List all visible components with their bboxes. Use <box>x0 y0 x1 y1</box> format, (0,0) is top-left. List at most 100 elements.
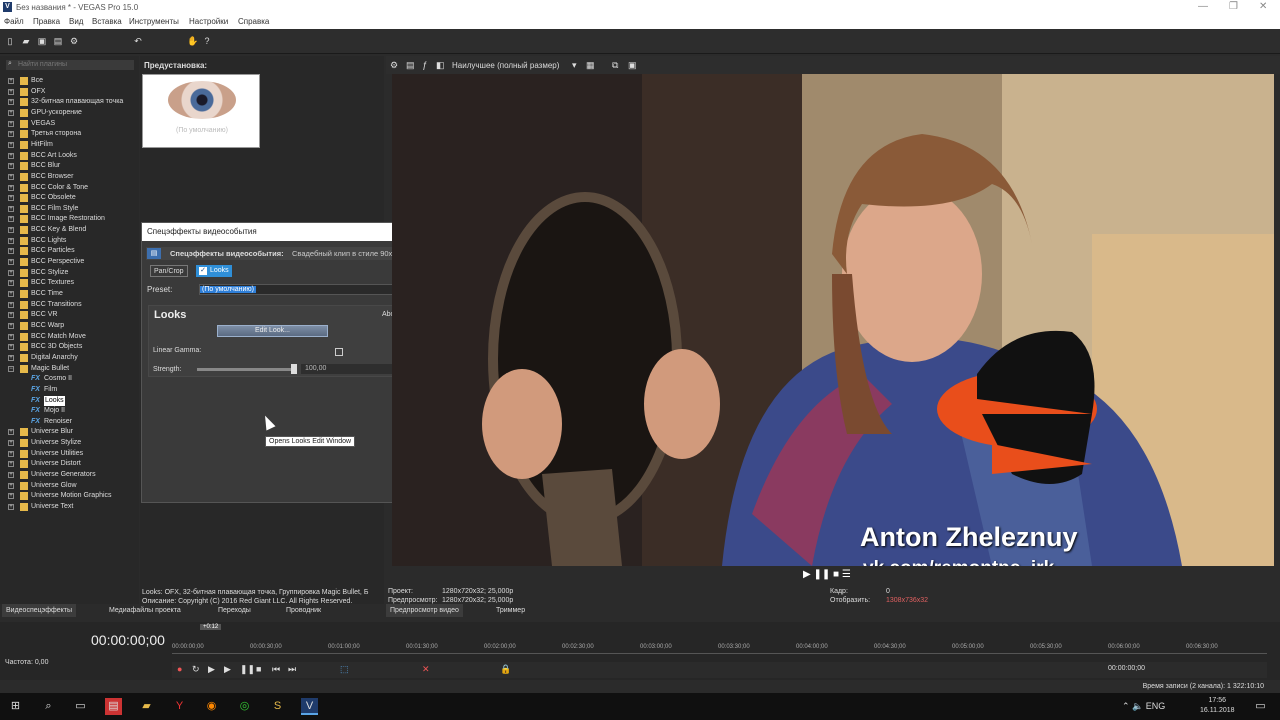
plugin-tree-item[interactable]: FX Cosmo II <box>0 374 139 385</box>
minimize-button[interactable]: — <box>1198 1 1208 12</box>
expand-toggle-icon[interactable]: + <box>8 141 14 148</box>
firefox-icon[interactable]: ◉ <box>203 698 220 715</box>
plugin-tree-item[interactable]: FX Film <box>0 385 139 396</box>
edit-look-button[interactable]: Edit Look... <box>217 325 328 337</box>
plugin-tree-item[interactable]: + BCC Obsolete <box>0 193 139 204</box>
chain-looks[interactable]: ✓ Looks <box>196 265 232 277</box>
plugin-tree-item[interactable]: + HitFilm <box>0 140 139 151</box>
linear-gamma-checkbox[interactable] <box>335 348 343 356</box>
play-icon[interactable]: ▶ <box>803 569 811 580</box>
search-icon[interactable]: ⌕ <box>40 698 57 715</box>
plugin-tree-item[interactable]: + Universe Utilities <box>0 449 139 460</box>
plugin-tree-item[interactable]: + OFX <box>0 87 139 98</box>
menu-help[interactable]: Справка <box>238 17 269 26</box>
plugin-tree-item[interactable]: + BCC Image Restoration <box>0 214 139 225</box>
plugin-tree-item[interactable]: + Digital Anarchy <box>0 353 139 364</box>
expand-toggle-icon[interactable]: + <box>8 259 14 266</box>
expand-toggle-icon[interactable]: + <box>8 78 14 84</box>
menu-tools[interactable]: Инструменты <box>129 17 179 26</box>
render-icon[interactable]: ▤ <box>53 36 63 46</box>
plugin-tree-item[interactable]: +32-битная плавающая точка <box>0 97 139 108</box>
tab-explorer[interactable]: Проводник <box>282 604 325 617</box>
expand-toggle-icon[interactable]: + <box>8 354 14 361</box>
preview-settings-icon[interactable]: ▤ <box>406 60 415 71</box>
menu-file[interactable]: Файл <box>4 17 24 26</box>
new-icon[interactable]: ▯ <box>5 36 15 46</box>
plugin-tree-item[interactable]: + BCC Particles <box>0 246 139 257</box>
plugin-tree-item[interactable]: + BCC Perspective <box>0 257 139 268</box>
plugin-tree-item[interactable]: + BCC Transitions <box>0 300 139 311</box>
plugin-search-input[interactable]: Найти плагины <box>6 60 134 70</box>
record-icon[interactable]: ● <box>177 664 182 674</box>
tab-video-fx[interactable]: Видеоспецэффекты <box>2 604 77 617</box>
go-to-start-icon[interactable]: ⏮ <box>272 664 280 675</box>
expand-toggle-icon[interactable]: + <box>8 301 14 308</box>
split-screen-icon[interactable]: ◧ <box>436 60 445 71</box>
plugin-tree-item[interactable]: + BCC Color & Tone <box>0 183 139 194</box>
expand-toggle-icon[interactable]: + <box>8 440 14 447</box>
expand-toggle-icon[interactable]: + <box>8 109 14 116</box>
expand-toggle-icon[interactable]: + <box>8 195 14 202</box>
expand-toggle-icon[interactable]: − <box>8 365 14 372</box>
loop-icon[interactable]: ↻ <box>192 664 200 675</box>
plugin-tree-item[interactable]: − Magic Bullet <box>0 364 139 375</box>
plugin-tree-item[interactable]: + Universe Distort <box>0 459 139 470</box>
tab-project-media[interactable]: Медиафайлы проекта <box>105 604 185 617</box>
plugin-tree-item[interactable]: + Universe Glow <box>0 481 139 492</box>
tab-transitions[interactable]: Переходы <box>214 604 255 617</box>
play-from-start-icon[interactable]: ▶ <box>208 664 215 675</box>
expand-toggle-icon[interactable]: + <box>8 472 14 479</box>
lang-indicator[interactable]: ENG <box>1146 701 1166 711</box>
expand-toggle-icon[interactable]: + <box>8 120 14 127</box>
expand-toggle-icon[interactable]: + <box>8 322 14 329</box>
expand-toggle-icon[interactable]: + <box>8 173 14 180</box>
plugin-tree-item[interactable]: + Universe Stylize <box>0 438 139 449</box>
chevron-up-icon[interactable]: ⌃ <box>1122 701 1130 711</box>
expand-toggle-icon[interactable]: + <box>8 312 14 319</box>
menu-icon[interactable]: ☰ <box>842 569 851 580</box>
save-snapshot-icon[interactable]: ▣ <box>628 60 637 71</box>
expand-toggle-icon[interactable]: + <box>8 493 14 500</box>
plugin-tree-item[interactable]: + BCC Warp <box>0 321 139 332</box>
expand-toggle-icon[interactable]: + <box>8 482 14 489</box>
chain-pan-crop[interactable]: Pan/Crop <box>150 265 188 277</box>
plugin-tree-item[interactable]: + BCC 3D Objects <box>0 342 139 353</box>
plugin-tree-item[interactable]: + Третья сторона <box>0 129 139 140</box>
plugin-tree-item[interactable]: + Все <box>0 76 139 87</box>
expand-toggle-icon[interactable]: + <box>8 269 14 276</box>
expand-toggle-icon[interactable]: + <box>8 216 14 223</box>
stop-icon[interactable]: ■ <box>833 569 839 580</box>
expand-toggle-icon[interactable]: + <box>8 205 14 212</box>
expand-toggle-icon[interactable]: + <box>8 237 14 244</box>
chevron-down-icon[interactable]: ▾ <box>572 60 577 71</box>
plugin-tree-item[interactable]: + BCC Match Move <box>0 332 139 343</box>
go-to-end-icon[interactable]: ⏭ <box>288 664 296 675</box>
plugin-tree-item[interactable]: FX Mojo II <box>0 406 139 417</box>
plugin-tree-item[interactable]: + BCC Time <box>0 289 139 300</box>
expand-toggle-icon[interactable]: + <box>8 88 14 95</box>
plugin-tree-item[interactable]: + VEGAS <box>0 119 139 130</box>
notifications-icon[interactable]: ▭ <box>1252 698 1269 715</box>
close-button[interactable]: ✕ <box>1259 1 1267 12</box>
clock[interactable]: 17:56 16.11.2018 <box>1200 696 1235 716</box>
open-icon[interactable]: ▰ <box>21 36 31 46</box>
plugin-tree-item[interactable]: + GPU-ускорение <box>0 108 139 119</box>
windows-start-icon[interactable]: ⊞ <box>7 698 24 715</box>
stop-icon[interactable]: ■ <box>256 664 261 674</box>
expand-toggle-icon[interactable]: + <box>8 450 14 457</box>
plugin-tree-item[interactable]: + BCC Stylize <box>0 268 139 279</box>
expand-toggle-icon[interactable]: + <box>8 131 14 138</box>
expand-toggle-icon[interactable]: + <box>8 99 14 106</box>
gear-icon[interactable]: ⚙ <box>390 60 398 71</box>
play-icon[interactable]: ▶ <box>224 664 231 675</box>
plugin-tree-item[interactable]: + BCC Lights <box>0 236 139 247</box>
lock-icon[interactable]: 🔒 <box>500 664 511 675</box>
settings-icon[interactable]: ⚙ <box>69 36 79 46</box>
expand-toggle-icon[interactable]: + <box>8 344 14 351</box>
plugin-tree-item[interactable]: + Universe Blur <box>0 427 139 438</box>
plugin-tree-item[interactable]: + BCC Art Looks <box>0 151 139 162</box>
undo-icon[interactable]: ↶ <box>133 36 143 46</box>
grid-icon[interactable]: ▦ <box>586 60 595 71</box>
fx-icon[interactable]: ƒ <box>422 60 427 70</box>
preview-quality-dropdown[interactable]: Наилучшее (полный размер) <box>452 61 559 70</box>
